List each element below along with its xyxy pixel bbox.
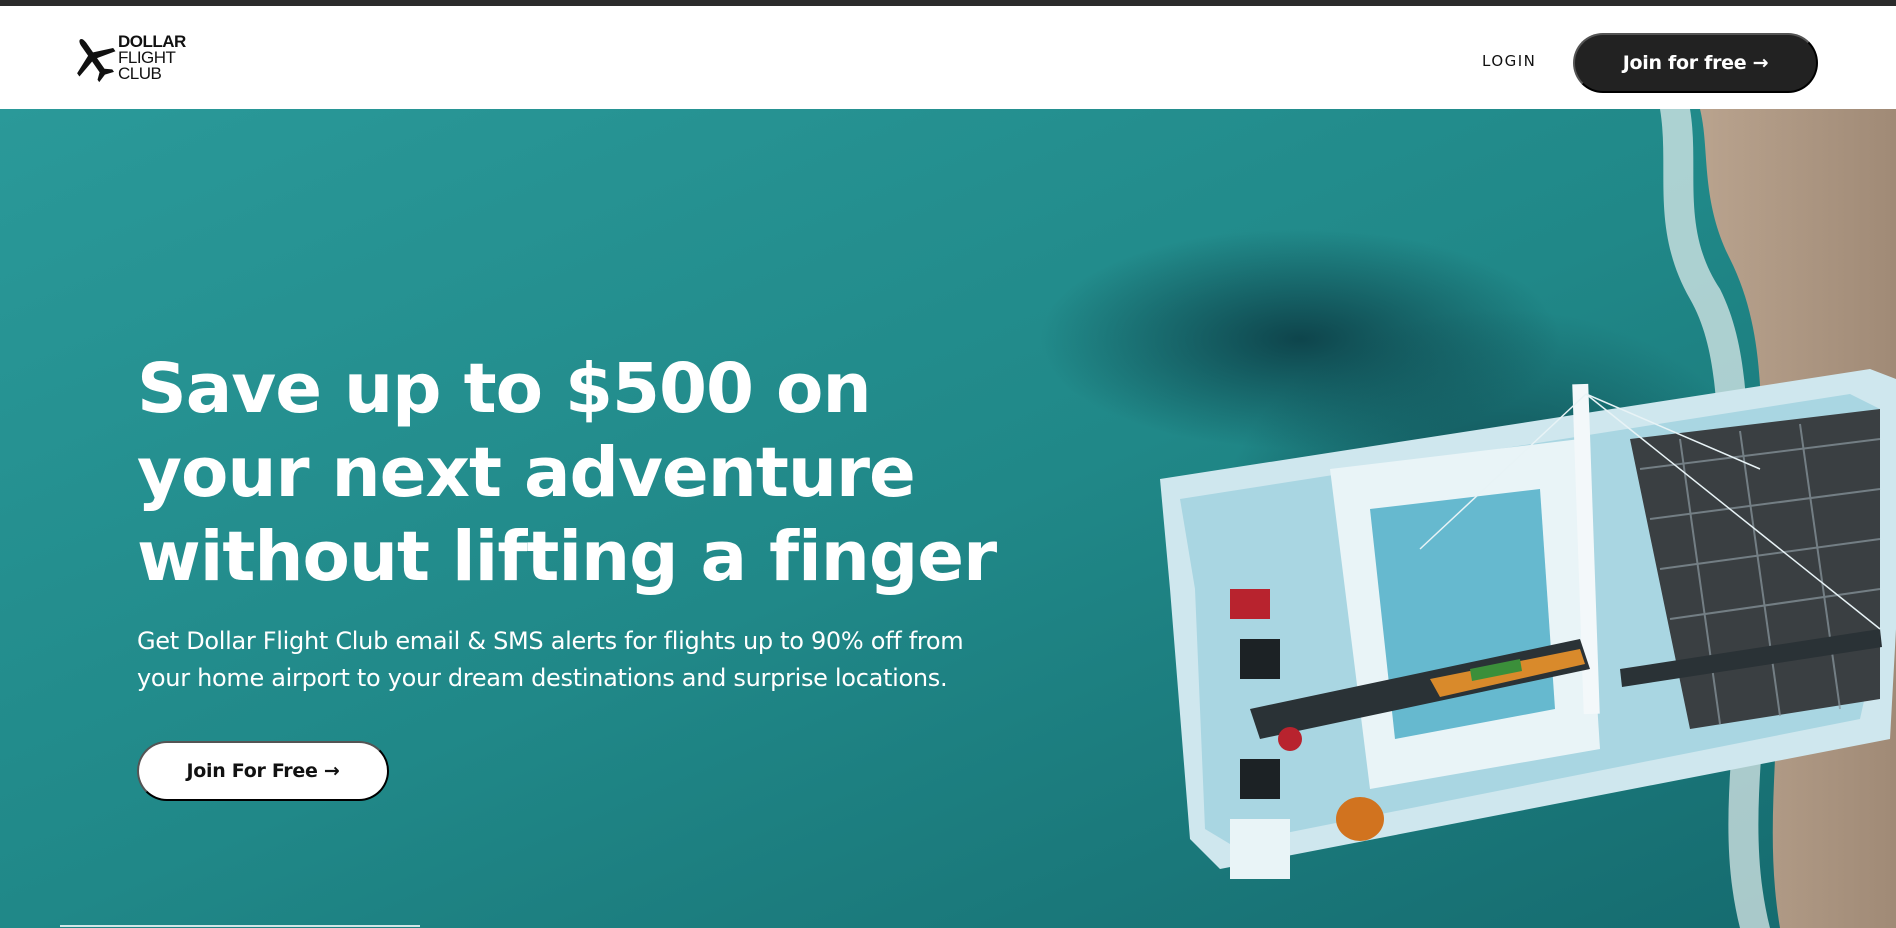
logo-text: DOLLAR FLIGHT CLUB [118,33,186,83]
subtext-line-2: your home airport to your dream destinat… [137,664,948,692]
login-link[interactable]: LOGIN [1482,52,1536,70]
join-for-free-header-button[interactable]: Join for free → [1573,33,1818,93]
logo-line-3: CLUB [118,64,162,83]
site-header: DOLLAR FLIGHT CLUB LOGIN Join for free → [0,6,1896,109]
bottom-divider [60,925,420,927]
airplane-icon [77,39,116,83]
hero-subtext: Get Dollar Flight Club email & SMS alert… [137,623,997,697]
headline-line-1: Save up to $500 on [137,349,872,429]
hero-section: Save up to $500 on your next adventure w… [0,109,1896,928]
subtext-line-1: Get Dollar Flight Club email & SMS alert… [137,627,964,655]
logo-link[interactable]: DOLLAR FLIGHT CLUB [68,30,188,88]
headline-line-3: without lifting a finger [137,517,997,597]
join-for-free-hero-button[interactable]: Join For Free → [137,741,389,801]
headline-line-2: your next adventure [137,433,916,513]
hero-headline: Save up to $500 on your next adventure w… [137,347,997,599]
